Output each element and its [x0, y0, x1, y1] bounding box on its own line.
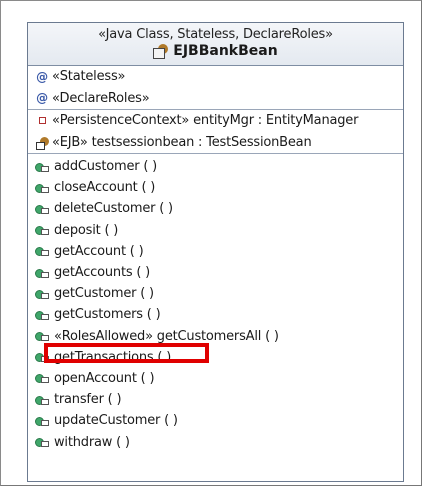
- session-bean-icon: [153, 44, 169, 59]
- method-icon: [32, 310, 52, 320]
- class-name: EJBBankBean: [173, 43, 278, 59]
- method-icon: [32, 268, 52, 278]
- class-stereotypes: «Java Class, Stateless, DeclareRoles»: [98, 27, 333, 42]
- method-icon: [32, 331, 52, 342]
- operation-label: «RolesAllowed» getCustomersAll ( ): [54, 328, 279, 344]
- operation-row[interactable]: getTransactions ( ): [28, 347, 403, 368]
- annotation-row[interactable]: @ «DeclareRoles»: [28, 88, 403, 110]
- operation-row[interactable]: deleteCustomer ( ): [28, 198, 403, 219]
- class-header: «Java Class, Stateless, DeclareRoles» EJ…: [28, 23, 403, 66]
- method-icon: [32, 395, 52, 405]
- method-icon: [32, 204, 52, 214]
- operation-label: updateCustomer ( ): [54, 413, 178, 429]
- fields-section: «PersistenceContext» entityMgr : EntityM…: [28, 110, 403, 154]
- operation-label: closeAccount ( ): [54, 180, 156, 196]
- annotation-icon: @: [36, 69, 48, 84]
- method-icon: [32, 246, 52, 257]
- operation-row[interactable]: deposit ( ): [28, 220, 403, 241]
- ejb-field-icon: [32, 136, 52, 150]
- operation-row[interactable]: getAccounts ( ): [28, 262, 403, 283]
- operations-section: addCustomer ( ) closeAccount ( ) deleteC…: [28, 154, 403, 453]
- operation-label: getTransactions ( ): [54, 349, 172, 365]
- method-icon: [32, 352, 52, 363]
- annotations-section: @ «Stateless» @ «DeclareRoles»: [28, 66, 403, 110]
- class-name-row: EJBBankBean: [153, 43, 278, 59]
- operation-row[interactable]: closeAccount ( ): [28, 177, 403, 198]
- operation-label: transfer ( ): [54, 392, 122, 408]
- diagram-frame: «Java Class, Stateless, DeclareRoles» EJ…: [0, 0, 422, 486]
- operation-row[interactable]: getCustomers ( ): [28, 304, 403, 325]
- field-row[interactable]: «EJB» testsessionbean : TestSessionBean: [28, 132, 403, 154]
- operation-label: withdraw ( ): [54, 434, 130, 450]
- operation-label: deleteCustomer ( ): [54, 201, 173, 217]
- annotation-icon: @: [36, 91, 48, 106]
- operation-row[interactable]: transfer ( ): [28, 389, 403, 410]
- field-label: «EJB» testsessionbean : TestSessionBean: [52, 134, 312, 150]
- method-icon: [32, 416, 52, 426]
- method-icon: [32, 289, 52, 299]
- method-icon: [32, 162, 52, 172]
- field-icon: [32, 117, 52, 125]
- operation-row[interactable]: getAccount ( ): [28, 241, 403, 262]
- field-label: «PersistenceContext» entityMgr : EntityM…: [52, 113, 359, 129]
- operation-row[interactable]: withdraw ( ): [28, 431, 403, 452]
- operation-label: deposit ( ): [54, 222, 119, 238]
- operation-row[interactable]: openAccount ( ): [28, 368, 403, 389]
- operation-label: getAccount ( ): [54, 243, 144, 259]
- operation-label: openAccount ( ): [54, 370, 155, 386]
- method-icon: [32, 183, 52, 193]
- operation-label: getAccounts ( ): [54, 265, 151, 281]
- method-icon: [32, 373, 52, 384]
- operation-row[interactable]: getCustomer ( ): [28, 283, 403, 304]
- operation-row[interactable]: addCustomer ( ): [28, 156, 403, 177]
- method-icon: [32, 225, 52, 236]
- uml-class-box[interactable]: «Java Class, Stateless, DeclareRoles» EJ…: [27, 22, 404, 482]
- annotation-label: «DeclareRoles»: [52, 90, 150, 106]
- operation-row[interactable]: updateCustomer ( ): [28, 410, 403, 431]
- operation-label: getCustomers ( ): [54, 307, 161, 323]
- method-icon: [32, 437, 52, 448]
- annotation-label: «Stateless»: [52, 69, 126, 85]
- field-row[interactable]: «PersistenceContext» entityMgr : EntityM…: [28, 110, 403, 132]
- operation-label: getCustomer ( ): [54, 286, 154, 302]
- operation-label: addCustomer ( ): [54, 159, 158, 175]
- annotation-row[interactable]: @ «Stateless»: [28, 66, 403, 88]
- operation-row-highlighted[interactable]: «RolesAllowed» getCustomersAll ( ): [28, 326, 403, 347]
